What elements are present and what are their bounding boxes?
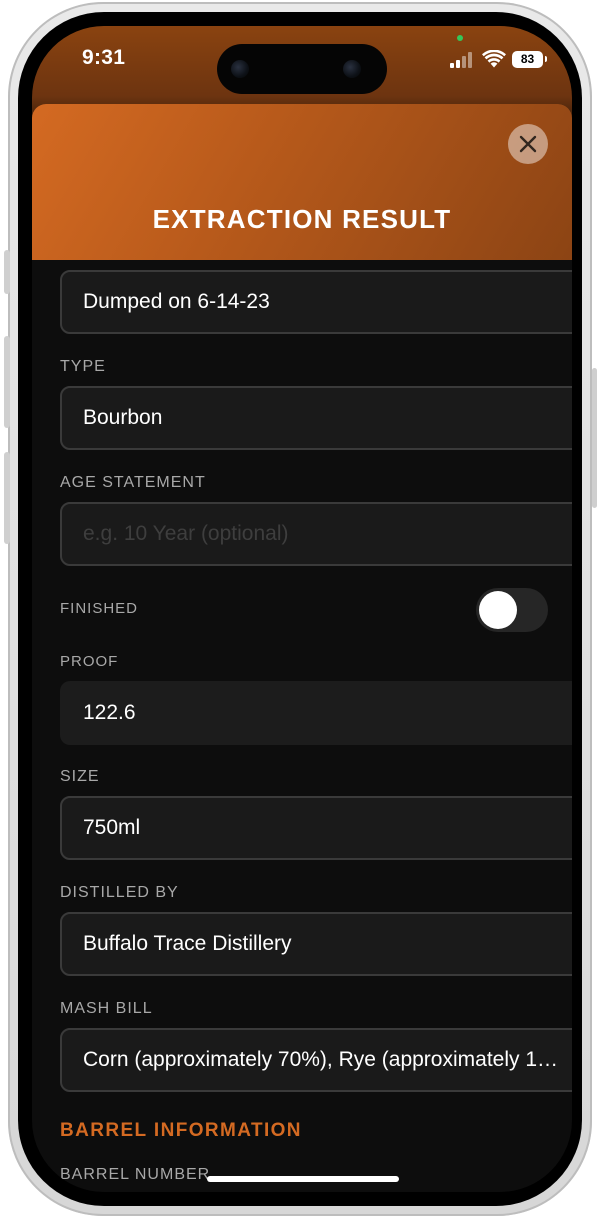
proof-label: PROOF — [60, 653, 119, 670]
volume-up-button — [4, 336, 10, 428]
finished-label: FINISHED — [60, 600, 139, 617]
age-statement-field[interactable]: e.g. 10 Year (optional) — [60, 502, 572, 566]
camera-icon — [343, 60, 361, 78]
cellular-signal-icon — [450, 52, 474, 68]
size-field[interactable]: 750ml — [60, 796, 572, 860]
finished-toggle[interactable] — [476, 588, 548, 632]
wifi-icon — [482, 50, 506, 68]
type-field[interactable]: Bourbon — [60, 386, 572, 450]
battery-icon: 83 — [512, 51, 547, 68]
home-indicator[interactable] — [207, 1176, 399, 1182]
batch-field[interactable]: Dumped on 6-14-23 — [60, 270, 572, 334]
volume-down-button — [4, 452, 10, 544]
power-button — [592, 368, 597, 508]
extraction-result-sheet: EXTRACTION RESULT Dumped on 6-14-23 TYPE… — [32, 104, 572, 1192]
mash-bill-label: MASH BILL — [60, 1000, 153, 1017]
close-icon — [519, 135, 537, 153]
distilled-by-label: DISTILLED BY — [60, 884, 179, 901]
status-bar: 9:31 83 — [32, 26, 572, 106]
dynamic-island — [217, 44, 387, 94]
action-button — [4, 250, 10, 294]
toggle-knob — [479, 591, 517, 629]
age-statement-placeholder: e.g. 10 Year (optional) — [83, 522, 289, 545]
proof-field[interactable]: 122.6 — [60, 681, 572, 745]
barrel-information-heading: BARREL INFORMATION — [60, 1120, 302, 1141]
mash-bill-field[interactable]: Corn (approximately 70%), Rye (approxima… — [60, 1028, 572, 1092]
status-time: 9:31 — [82, 46, 126, 69]
sheet-header: EXTRACTION RESULT — [32, 104, 572, 260]
distilled-by-field[interactable]: Buffalo Trace Distillery — [60, 912, 572, 976]
barrel-number-label: BARREL NUMBER — [60, 1166, 211, 1183]
close-button[interactable] — [508, 124, 548, 164]
camera-indicator-icon — [457, 35, 463, 41]
sensor-icon — [231, 60, 249, 78]
age-statement-label: AGE STATEMENT — [60, 474, 206, 491]
size-label: SIZE — [60, 768, 100, 785]
screen: 9:31 83 EXTRACTION RESULT Dumped on 6-14… — [32, 26, 572, 1192]
sheet-title: EXTRACTION RESULT — [152, 204, 452, 234]
type-label: TYPE — [60, 358, 106, 375]
